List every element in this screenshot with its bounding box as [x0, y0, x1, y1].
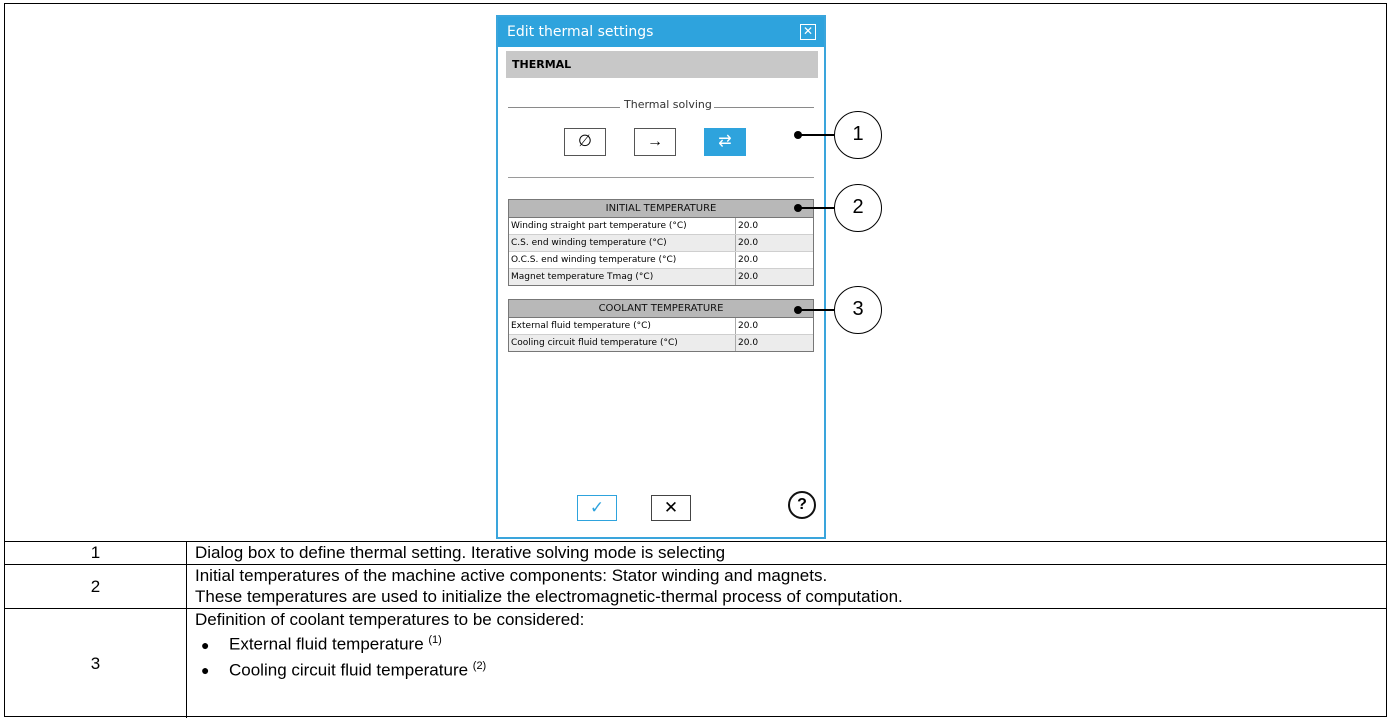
row-description: Definition of coolant temperatures to be…: [195, 609, 1382, 681]
bullet-item: ● External fluid temperature (1): [195, 630, 1382, 656]
property-label: C.S. end winding temperature (°C): [509, 235, 736, 251]
description-line: These temperatures are used to initializ…: [195, 587, 903, 606]
table-header: COOLANT TEMPERATURE: [509, 300, 813, 318]
bullet-text: External fluid temperature (1): [229, 634, 442, 654]
callout-1: 1: [834, 111, 882, 159]
property-value-input[interactable]: 20.0: [736, 218, 813, 234]
property-label: External fluid temperature (°C): [509, 318, 736, 334]
group-divider: [508, 107, 620, 108]
table-row: Cooling circuit fluid temperature (°C) 2…: [509, 335, 813, 351]
close-icon[interactable]: ✕: [800, 24, 816, 40]
property-value-input[interactable]: 20.0: [736, 269, 813, 285]
property-value-input[interactable]: 20.0: [736, 335, 813, 351]
row-number: 2: [5, 565, 187, 608]
table-row: C.S. end winding temperature (°C) 20.0: [509, 235, 813, 252]
table-row: 3 Definition of coolant temperatures to …: [5, 609, 1386, 718]
initial-temperature-table: INITIAL TEMPERATURE Winding straight par…: [508, 199, 814, 286]
bullet-icon: ●: [201, 662, 210, 679]
divider: [508, 177, 814, 178]
thermal-solving-label: Thermal solving: [622, 98, 714, 111]
table-row: External fluid temperature (°C) 20.0: [509, 318, 813, 335]
description-line: Initial temperatures of the machine acti…: [195, 566, 828, 585]
bullet-item: ● Cooling circuit fluid temperature (2): [195, 656, 1382, 682]
property-label: Magnet temperature Tmag (°C): [509, 269, 736, 285]
bullet-icon: ●: [201, 636, 210, 653]
table-row: Magnet temperature Tmag (°C) 20.0: [509, 269, 813, 285]
table-row: 1 Dialog box to define thermal setting. …: [5, 542, 1386, 565]
property-value-input[interactable]: 20.0: [736, 318, 813, 334]
edit-thermal-settings-dialog: Edit thermal settings ✕ THERMAL Thermal …: [496, 15, 826, 539]
leader-line: [798, 134, 834, 136]
leader-line: [798, 309, 834, 311]
table-row: Winding straight part temperature (°C) 2…: [509, 218, 813, 235]
description-line: Dialog box to define thermal setting. It…: [195, 543, 726, 562]
description-line: Definition of coolant temperatures to be…: [195, 610, 585, 629]
property-label: Winding straight part temperature (°C): [509, 218, 736, 234]
arrow-right-icon[interactable]: →: [634, 128, 676, 156]
none-icon[interactable]: ∅: [564, 128, 606, 156]
row-number: 3: [5, 609, 187, 718]
row-description: Initial temperatures of the machine acti…: [195, 565, 1382, 607]
dialog-title: Edit thermal settings: [498, 17, 824, 47]
section-header: THERMAL: [506, 51, 818, 78]
swap-arrows-icon[interactable]: ⇄: [704, 128, 746, 156]
callout-2: 2: [834, 184, 882, 232]
row-description: Dialog box to define thermal setting. It…: [195, 542, 1382, 563]
footnote-ref: (2): [472, 659, 487, 672]
group-divider: [714, 107, 814, 108]
help-icon[interactable]: ?: [788, 491, 816, 519]
cancel-button[interactable]: ✕: [651, 495, 691, 521]
table-row: 2 Initial temperatures of the machine ac…: [5, 565, 1386, 609]
ok-button[interactable]: ✓: [577, 495, 617, 521]
table-header: INITIAL TEMPERATURE: [509, 200, 813, 218]
property-label: O.C.S. end winding temperature (°C): [509, 252, 736, 268]
footnote-ref: (1): [428, 634, 442, 646]
property-value-input[interactable]: 20.0: [736, 235, 813, 251]
bullet-text: Cooling circuit fluid temperature (2): [229, 659, 487, 680]
coolant-temperature-table: COOLANT TEMPERATURE External fluid tempe…: [508, 299, 814, 352]
leader-line: [798, 207, 834, 209]
property-label: Cooling circuit fluid temperature (°C): [509, 335, 736, 351]
row-number: 1: [5, 542, 187, 564]
property-value-input[interactable]: 20.0: [736, 252, 813, 268]
callout-3: 3: [834, 286, 882, 334]
table-row: O.C.S. end winding temperature (°C) 20.0: [509, 252, 813, 269]
